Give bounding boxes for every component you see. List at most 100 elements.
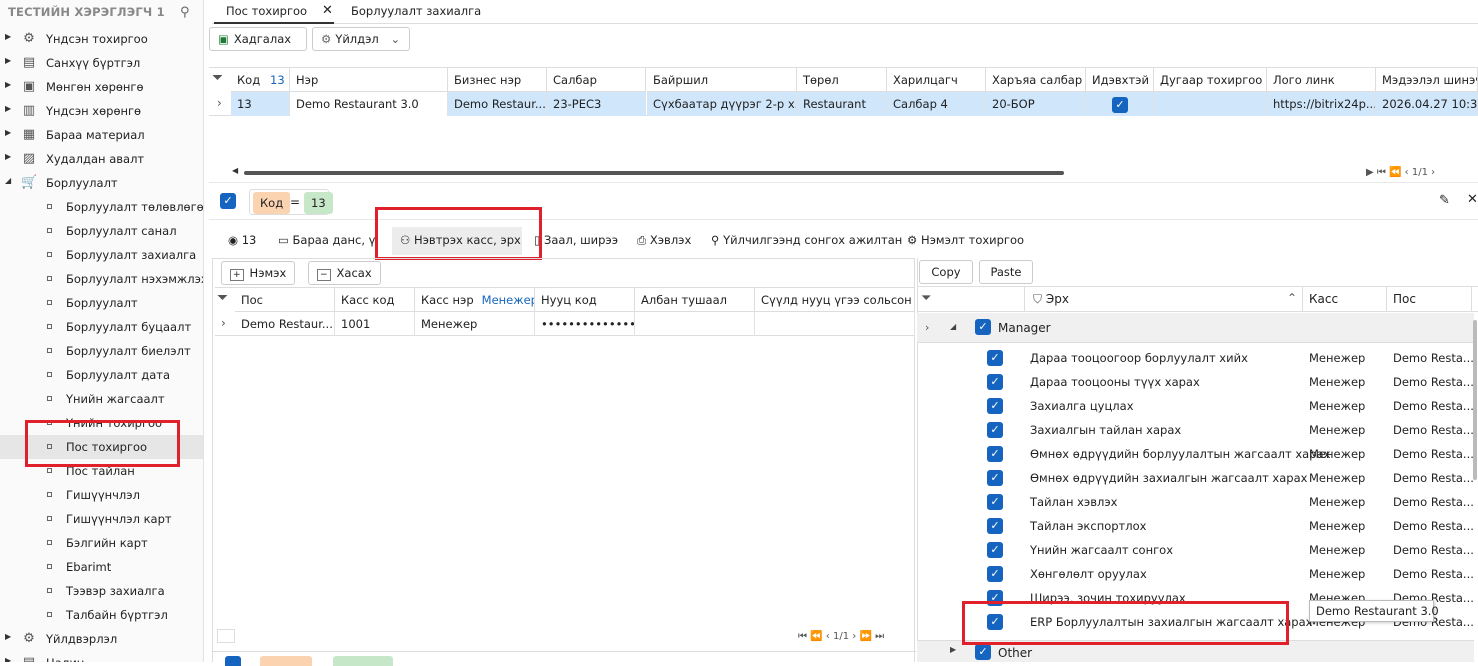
add-button[interactable]: + Нэмэх xyxy=(221,261,295,285)
tab-pos-settings[interactable]: Пос тохиргоо ✕ xyxy=(214,0,334,24)
table-cell[interactable]: Сүхбаатар дүүрэг 2-р х... xyxy=(647,92,797,116)
permission-row[interactable]: ✓ Тайлан экспортлох Менежер Demo Resta... xyxy=(919,514,1474,538)
subtab-radio[interactable]: ◉ 13 xyxy=(228,229,256,253)
action-dropdown[interactable]: ⚙ Үйлдэл ⌄ xyxy=(312,27,410,51)
permission-row[interactable]: ✓ Захиалга цуцлах Менежер Demo Resta... xyxy=(919,394,1474,418)
sidebar-item-a1[interactable]: ▶ ▤ Цалин xyxy=(0,651,203,662)
permission-checkbox[interactable]: ✓ xyxy=(987,494,1003,510)
filter-checkbox[interactable] xyxy=(225,656,241,666)
table-cell[interactable]: Салбар 4 xyxy=(887,92,986,116)
expand-arrow-icon[interactable]: ▶ xyxy=(5,128,11,137)
table-cell[interactable]: Demo Restaurant 3.0 xyxy=(290,92,448,116)
table-cell[interactable]: 23-РЕС3 xyxy=(547,92,646,116)
permission-checkbox[interactable]: ✓ xyxy=(987,422,1003,438)
subtab-extra[interactable]: ⚙ Нэмэлт тохиргоо xyxy=(907,229,1024,253)
filter-icon[interactable]: ⏷ xyxy=(921,291,931,306)
column-header[interactable]: Код 13 xyxy=(231,68,290,92)
pager-nav-icon[interactable]: ⏮ ⏪ ‹ xyxy=(798,631,833,642)
collapse-icon[interactable]: ◢ xyxy=(950,322,956,331)
sidebar-subitem[interactable]: Бэлгийн карт xyxy=(0,531,203,555)
expand-arrow-icon[interactable]: ▶ xyxy=(5,56,11,65)
sidebar-subitem[interactable]: Пос тохиргоо xyxy=(0,435,203,459)
permission-checkbox[interactable]: ✓ xyxy=(987,542,1003,558)
scroll-left-icon[interactable]: ◀ xyxy=(232,166,238,175)
permission-checkbox[interactable]: ✓ xyxy=(987,614,1003,630)
sidebar-subitem[interactable]: Борлуулалт төлөвлөгөө xyxy=(0,195,203,219)
sidebar-subitem[interactable]: Борлуулалт дата xyxy=(0,363,203,387)
sidebar-subitem[interactable]: Борлуулалт захиалга xyxy=(0,243,203,267)
table-cell[interactable]: Restaurant xyxy=(797,92,887,116)
permission-checkbox[interactable]: ✓ xyxy=(987,350,1003,366)
scrollbar-thumb[interactable] xyxy=(1473,320,1477,480)
permission-checkbox[interactable]: ✓ xyxy=(987,470,1003,486)
table-cell[interactable]: 20-БОР xyxy=(986,92,1086,116)
sidebar-subitem[interactable]: Пос тайлан xyxy=(0,459,203,483)
scrollbar-thumb[interactable] xyxy=(244,171,1064,175)
sidebar-item-5[interactable]: ▶ ▨ Худалдан авалт xyxy=(0,147,203,171)
left-scrollbar[interactable] xyxy=(217,629,235,643)
pager-nav-icon[interactable]: › xyxy=(1428,167,1435,178)
sidebar-item-3[interactable]: ▶ ▥ Үндсэн хөрөнгө xyxy=(0,99,203,123)
table-cell[interactable] xyxy=(635,312,755,336)
col-header-eh[interactable]: ⛉ Эрх ⌃ xyxy=(1024,287,1302,311)
column-header[interactable]: Нууц код xyxy=(535,288,635,312)
edit-icon[interactable]: ✎ xyxy=(1439,193,1450,208)
permission-row[interactable]: ✓ Хөнгөлөлт оруулах Менежер Demo Resta... xyxy=(919,562,1474,586)
horizontal-scrollbar[interactable]: ◀ xyxy=(232,166,1367,176)
expand-row-icon[interactable]: › xyxy=(925,321,929,334)
column-header[interactable]: Пос xyxy=(235,288,335,312)
sidebar-subitem[interactable]: Талбайн бүртгэл xyxy=(0,603,203,627)
permission-checkbox[interactable]: ✓ xyxy=(987,518,1003,534)
table-row[interactable]: › 13 Demo Restaurant 3.0 Demo Restaur... 23-… xyxy=(209,92,1478,116)
table-cell[interactable]: •••••••••••••••••• xyxy=(535,312,635,336)
group-checkbox[interactable]: ✓ xyxy=(975,644,991,660)
table-cell[interactable]: 1001 xyxy=(335,312,415,336)
permission-checkbox[interactable]: ✓ xyxy=(987,590,1003,606)
column-header[interactable]: Нэр xyxy=(290,68,448,92)
filter-checkbox[interactable]: ✓ xyxy=(220,193,236,209)
group-checkbox[interactable]: ✓ xyxy=(975,319,991,335)
expand-icon[interactable]: ▶ xyxy=(950,645,956,654)
tab-sales-order[interactable]: Борлуулалт захиалга xyxy=(339,0,493,24)
sidebar-subitem[interactable]: Борлуулалт санал xyxy=(0,219,203,243)
table-cell[interactable] xyxy=(755,312,915,336)
sidebar-subitem[interactable]: Ebarimt xyxy=(0,555,203,579)
table-cell[interactable]: 2026.04.27 10:36:5 xyxy=(1376,92,1478,116)
column-header[interactable]: Харилцагч xyxy=(887,68,986,92)
permission-checkbox[interactable]: ✓ xyxy=(987,398,1003,414)
subtab-hall[interactable]: ▯ Заал, ширээ xyxy=(534,229,618,253)
table-cell[interactable]: ✓ xyxy=(1086,92,1154,116)
subtab-print[interactable]: ⎙ Хэвлэх xyxy=(637,229,691,253)
expand-arrow-icon[interactable]: ◢ xyxy=(5,176,11,185)
table-cell[interactable]: 13 xyxy=(231,92,290,116)
vertical-scrollbar[interactable] xyxy=(1472,316,1478,616)
column-header[interactable]: Албан тушаал xyxy=(635,288,755,312)
expand-arrow-icon[interactable]: ▶ xyxy=(5,656,11,662)
sidebar-subitem[interactable]: Үнийн жагсаалт xyxy=(0,387,203,411)
table-cell[interactable] xyxy=(1154,92,1267,116)
permission-row[interactable]: ✓ Өмнөх өдрүүдийн борлуулалтын жагсаалт х… xyxy=(919,442,1474,466)
group-row-manager[interactable]: › ◢ ✓ Manager xyxy=(917,313,1474,343)
group-row-other[interactable]: ▶ ✓ Other xyxy=(917,640,1474,662)
column-header[interactable]: Мэдээлэл шинэч xyxy=(1376,68,1478,92)
sidebar-item-2[interactable]: ▶ ▣ Мөнгөн хөрөнгө xyxy=(0,75,203,99)
copy-button[interactable]: Copy xyxy=(919,260,973,284)
column-header[interactable]: Бизнес нэр xyxy=(448,68,547,92)
permission-checkbox[interactable]: ✓ xyxy=(987,446,1003,462)
permission-checkbox[interactable]: ✓ xyxy=(987,566,1003,582)
close-icon[interactable]: ✕ xyxy=(1467,192,1478,207)
table-cell[interactable]: Менежер xyxy=(415,312,535,336)
sidebar-item-6[interactable]: ◢ 🛒 Борлуулалт xyxy=(0,171,203,195)
column-header[interactable]: Дугаар тохиргоо xyxy=(1154,68,1267,92)
permission-row[interactable]: ✓ Дараа тооцооны түүх харах Менежер Demo Re… xyxy=(919,370,1474,394)
table-row[interactable]: › Demo Restaur... 1001 Менежер •••••••••••••… xyxy=(215,312,915,336)
expand-arrow-icon[interactable]: ▶ xyxy=(5,104,11,113)
permission-row[interactable]: ✓ Дараа тооцоогоор борлуулалт хийх Менежер… xyxy=(919,346,1474,370)
pin-icon[interactable]: ⚲ xyxy=(180,5,190,20)
pager-nav-icon[interactable]: ▶ ⏮ ⏪ ‹ xyxy=(1366,167,1412,178)
sidebar-subitem[interactable]: Тээвэр захиалга xyxy=(0,579,203,603)
column-header[interactable]: Байршил xyxy=(647,68,797,92)
active-checkbox[interactable]: ✓ xyxy=(1112,97,1128,113)
permission-row[interactable]: ✓ Захиалгын тайлан харах Менежер Demo Resta… xyxy=(919,418,1474,442)
paste-button[interactable]: Paste xyxy=(979,260,1033,284)
